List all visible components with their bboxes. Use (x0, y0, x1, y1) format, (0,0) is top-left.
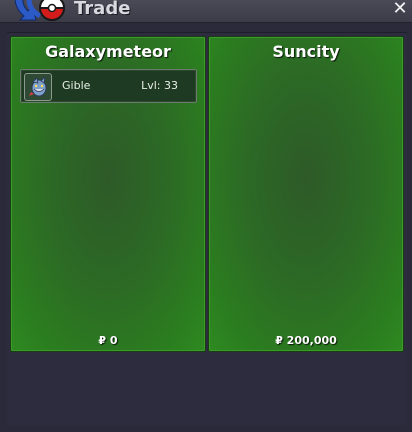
gible-icon (29, 75, 47, 97)
item-name: Gible (62, 79, 91, 92)
money-right: ₽ 200,000 (275, 334, 337, 347)
close-icon: ✕ (392, 0, 408, 19)
item-level: Lvl: 33 (141, 79, 178, 92)
close-button[interactable]: ✕ (390, 0, 410, 19)
player-name-left: Galaxymeteor (45, 42, 171, 61)
trade-window: Trade ✕ Galaxymeteor Gible Lvl: 33 ₽ 0 S… (0, 0, 412, 432)
window-title: Trade (74, 0, 131, 19)
trade-panel-left: Galaxymeteor Gible Lvl: 33 ₽ 0 (10, 36, 206, 352)
pokeball-arrow-icon (14, 0, 65, 21)
title-bar[interactable]: Trade ✕ (0, 0, 412, 23)
trade-panel-right: Suncity ₽ 200,000 (208, 36, 404, 352)
trade-item-row[interactable]: Gible Lvl: 33 (20, 69, 197, 103)
money-left: ₽ 0 (98, 334, 118, 347)
item-icon-slot (24, 73, 52, 101)
player-name-right: Suncity (272, 42, 340, 61)
